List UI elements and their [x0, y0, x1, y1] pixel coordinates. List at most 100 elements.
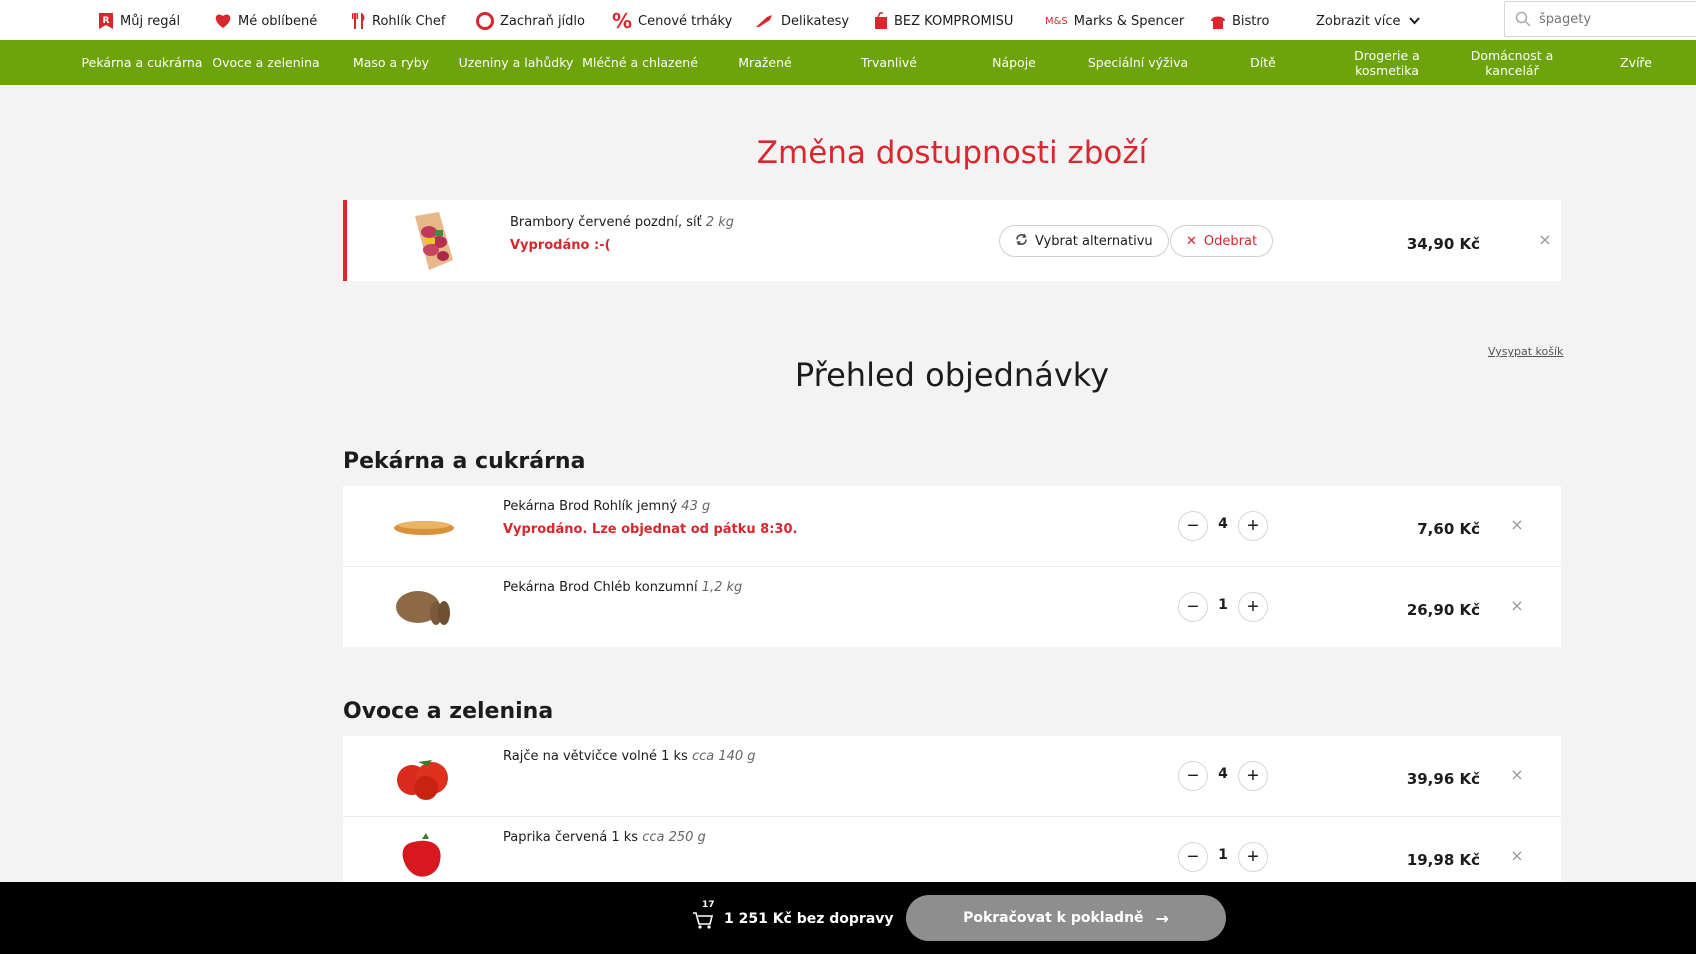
search-input[interactable]	[1539, 11, 1689, 27]
checkout-label: Pokračovat k pokladně	[963, 910, 1144, 926]
remove-item-icon[interactable]: ×	[1509, 596, 1525, 615]
category-bakery[interactable]: Pekárna a cukrárna	[80, 40, 204, 85]
item-name: Brambory červené pozdní, síť 2 kg	[510, 215, 734, 230]
cart-summary[interactable]: 17 1 251 Kč bez dopravy	[692, 900, 894, 930]
decrease-quantity-button[interactable]: −	[1178, 592, 1208, 622]
category-kids[interactable]: Dítě	[1201, 40, 1325, 85]
svg-text:R: R	[103, 16, 110, 26]
quantity-value: 4	[1218, 516, 1228, 532]
show-more-label: Zobrazit více	[1316, 13, 1401, 29]
unavailable-item-card: Brambory červené pozdní, síť 2 kg Vyprod…	[343, 200, 1561, 281]
item-name-text: Paprika červená 1 ks	[503, 830, 639, 845]
quantity-value: 1	[1218, 597, 1228, 613]
dismiss-close-icon[interactable]: ×	[1537, 230, 1553, 249]
category-drugstore[interactable]: Drogerie a kosmetika	[1325, 40, 1449, 85]
close-icon: ✕	[1186, 233, 1197, 249]
decrease-quantity-button[interactable]: −	[1178, 511, 1208, 541]
heart-icon	[214, 13, 232, 29]
category-meat-fish[interactable]: Maso a ryby	[329, 40, 453, 85]
decrease-quantity-button[interactable]: −	[1178, 842, 1208, 872]
bistro-icon	[1210, 12, 1226, 30]
category-special-diet[interactable]: Speciální výživa	[1076, 40, 1200, 85]
favorites-link[interactable]: Mé oblíbené	[214, 10, 317, 32]
category-label: Zvíře	[1620, 55, 1652, 70]
item-weight: cca 140 g	[691, 749, 756, 764]
favorites-label: Mé oblíbené	[238, 13, 318, 29]
continue-to-checkout-button[interactable]: Pokračovat k pokladně →	[906, 895, 1226, 941]
item-name: Pekárna Brod Chléb konzumní 1,2 kg	[503, 580, 742, 595]
rohlik-chef-link[interactable]: Rohlík Chef	[352, 10, 445, 32]
remove-button[interactable]: ✕ Odebrat	[1170, 225, 1274, 257]
category-label: Pekárna a cukrárna	[81, 55, 203, 70]
bistro-link[interactable]: Bistro	[1210, 10, 1269, 32]
category-label: Maso a ryby	[352, 55, 430, 70]
search-box[interactable]	[1504, 1, 1696, 37]
choose-alternative-button[interactable]: Vybrat alternativu	[999, 225, 1169, 257]
availability-title: Změna dostupnosti zboží	[756, 135, 1148, 171]
category-dairy[interactable]: Mléčné a chlazené	[578, 40, 702, 85]
category-fruit-veg[interactable]: Ovoce a zelenina	[204, 40, 328, 85]
no-compromise-link[interactable]: BEZ KOMPROMISU	[874, 10, 1013, 32]
my-shelf-link[interactable]: R Můj regál	[98, 10, 180, 32]
increase-quantity-button[interactable]: +	[1238, 511, 1268, 541]
item-price: 19,98 Kč	[1406, 851, 1480, 869]
cart-row: Pekárna Brod Chléb konzumní 1,2 kg − 1 +…	[343, 567, 1561, 647]
ms-logo-icon: M&S	[1045, 15, 1068, 27]
cart-row: Rajče na větvičce volné 1 ks cca 140 g −…	[343, 736, 1561, 816]
category-deli[interactable]: Uzeniny a lahůdky	[454, 40, 578, 85]
category-frozen[interactable]: Mražené	[703, 40, 827, 85]
bag-icon	[874, 12, 888, 30]
category-pets[interactable]: Zvíře	[1574, 40, 1696, 85]
bistro-label: Bistro	[1232, 13, 1270, 29]
category-label: Dítě	[1250, 55, 1276, 70]
category-drinks[interactable]: Nápoje	[952, 40, 1076, 85]
show-more-dropdown[interactable]: Zobrazit více	[1316, 10, 1420, 32]
category-label: Nápoje	[992, 55, 1036, 70]
shelf-icon: R	[98, 12, 114, 30]
cart-row: Pekárna Brod Rohlík jemný 43 g Vyprodáno…	[343, 486, 1561, 566]
roll-image	[388, 498, 460, 554]
top-bar: R Můj regál Mé oblíbené Rohlík Chef Zach…	[0, 0, 1696, 40]
item-weight: 1,2 kg	[701, 580, 743, 595]
knife-icon	[755, 14, 775, 28]
item-name-text: Pekárna Brod Chléb konzumní	[503, 580, 698, 595]
increase-quantity-button[interactable]: +	[1238, 761, 1268, 791]
category-nav: Pekárna a cukrárna Ovoce a zelenina Maso…	[0, 40, 1696, 85]
availability-status: Vyprodáno. Lze objednat od pátku 8:30.	[503, 522, 798, 537]
marks-spencer-link[interactable]: M&S Marks & Spencer	[1045, 10, 1184, 32]
rohlik-chef-label: Rohlík Chef	[372, 13, 446, 29]
increase-quantity-button[interactable]: +	[1238, 842, 1268, 872]
quantity-value: 1	[1218, 847, 1228, 863]
item-weight: 2 kg	[705, 215, 735, 230]
my-shelf-label: Můj regál	[120, 13, 181, 29]
category-label: Ovoce a zelenina	[212, 55, 320, 70]
cart-count-badge: 17	[702, 900, 715, 910]
delicatessen-link[interactable]: Delikatesy	[755, 10, 849, 32]
category-household[interactable]: Domácnost a kancelář	[1450, 40, 1574, 85]
increase-quantity-button[interactable]: +	[1238, 592, 1268, 622]
remove-item-icon[interactable]: ×	[1509, 765, 1525, 784]
item-weight: 43 g	[681, 499, 711, 514]
category-pantry[interactable]: Trvanlivé	[827, 40, 951, 85]
pepper-image	[388, 829, 460, 885]
bread-image	[388, 579, 460, 635]
item-name-text: Rajče na větvičce volné 1 ks	[503, 749, 688, 764]
category-label: Uzeniny a lahůdky	[458, 55, 574, 70]
save-food-link[interactable]: Zachraň jídlo	[476, 10, 585, 32]
remove-item-icon[interactable]: ×	[1509, 515, 1525, 534]
decrease-quantity-button[interactable]: −	[1178, 761, 1208, 791]
price-deals-link[interactable]: % Cenové trháky	[612, 9, 732, 33]
category-label: Domácnost a kancelář	[1470, 47, 1554, 78]
save-food-label: Zachraň jídlo	[500, 13, 585, 29]
lifebuoy-icon	[476, 12, 494, 30]
item-name-text: Brambory červené pozdní, síť	[510, 215, 702, 230]
checkout-bar: 17 1 251 Kč bez dopravy Pokračovat k pok…	[0, 882, 1696, 954]
category-label: Speciální výživa	[1087, 55, 1189, 70]
section-title-bakery: Pekárna a cukrárna	[343, 449, 586, 474]
cutlery-icon	[352, 12, 366, 30]
remove-item-icon[interactable]: ×	[1509, 846, 1525, 865]
item-price: 7,60 Kč	[1417, 520, 1480, 538]
search-icon	[1515, 11, 1531, 27]
item-weight: cca 250 g	[642, 830, 706, 845]
item-name: Pekárna Brod Rohlík jemný 43 g	[503, 499, 710, 514]
